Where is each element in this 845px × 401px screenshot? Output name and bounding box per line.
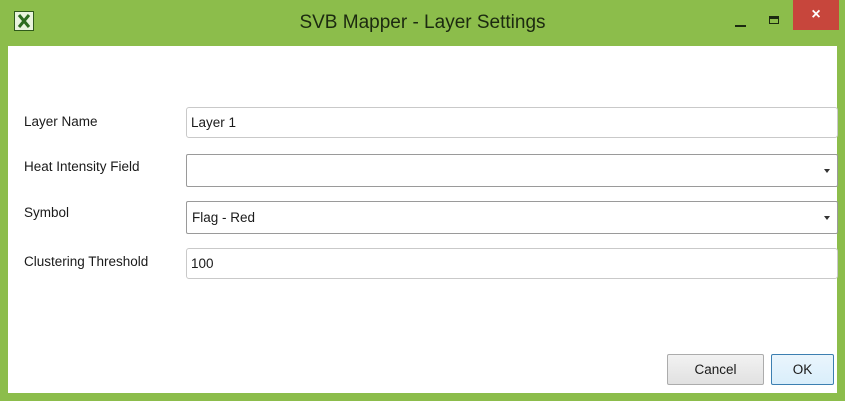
maximize-icon (769, 16, 779, 24)
ok-button[interactable]: OK (771, 354, 834, 385)
clustering-threshold-input[interactable]: 100 (186, 248, 838, 279)
chevron-down-icon[interactable] (824, 216, 830, 220)
maximize-button[interactable] (757, 0, 791, 46)
chevron-down-icon[interactable] (824, 169, 830, 173)
minimize-icon (734, 25, 746, 27)
title-bar[interactable]: SVB Mapper - Layer Settings × (0, 0, 845, 46)
cancel-button[interactable]: Cancel (667, 354, 764, 385)
clustering-threshold-label: Clustering Threshold (24, 254, 149, 269)
symbol-label: Symbol (24, 205, 70, 220)
layer-name-label: Layer Name (24, 114, 98, 129)
symbol-dropdown[interactable]: Flag - Red (186, 201, 838, 234)
close-icon: × (811, 6, 821, 23)
minimize-button[interactable] (723, 0, 757, 46)
close-button[interactable]: × (793, 0, 839, 30)
symbol-value: Flag - Red (192, 210, 256, 225)
dialog-body: Layer Name Layer 1 Heat Intensity Field … (8, 46, 838, 393)
layer-name-input[interactable]: Layer 1 (186, 107, 838, 138)
dialog-window: SVB Mapper - Layer Settings × Layer Name… (0, 0, 845, 401)
window-title: SVB Mapper - Layer Settings (299, 12, 546, 33)
heat-intensity-field-dropdown[interactable] (186, 154, 838, 187)
heat-intensity-field-label: Heat Intensity Field (24, 159, 140, 174)
